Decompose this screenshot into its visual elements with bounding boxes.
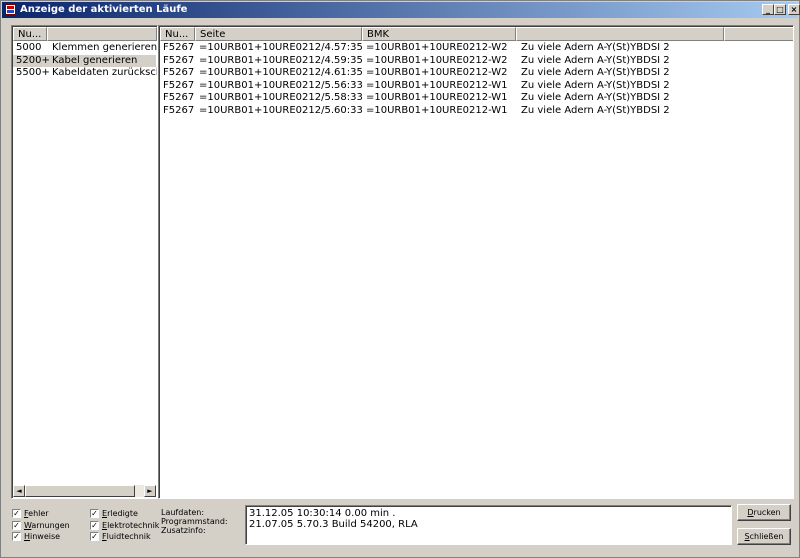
cell-number: F5267 — [163, 42, 195, 53]
maximize-button[interactable]: □ — [774, 4, 786, 15]
checkbox-box[interactable]: ✓ — [12, 521, 21, 530]
horizontal-scrollbar[interactable]: ◄ ► — [13, 485, 156, 497]
laufdaten-value: 31.12.05 10:30:14 0.00 min . — [249, 508, 396, 519]
column-header-filler — [724, 27, 793, 41]
cell-bmk: =10URB01+10URE0212-W2 — [366, 42, 508, 53]
cell-number: F5267 — [163, 79, 195, 91]
minimize-button[interactable]: _ — [762, 4, 774, 15]
close-dialog-button[interactable]: Schließen — [737, 528, 791, 545]
run-label: Kabeldaten zurückschreiben — [52, 67, 157, 78]
cell-seite: =10URB01+10URE0212/5.56:33 — [199, 79, 363, 91]
run-number: 5200+ — [16, 54, 50, 66]
checkbox-box[interactable]: ✓ — [90, 509, 99, 518]
cell-bmk: =10URB01+10URE0212-W2 — [366, 67, 508, 78]
column-header-text[interactable] — [516, 27, 724, 41]
cell-seite: =10URB01+10URE0212/5.58:33 — [199, 92, 363, 103]
table-row[interactable]: F5267 =10URB01+10URE0212/4.61:35 =10URB01+… — [160, 67, 792, 80]
cell-seite: =10URB01+10URE0212/4.61:35 — [199, 67, 363, 78]
cell-bmk: =10URB01+10URE0212-W2 — [366, 54, 508, 66]
checkbox-label: Fehler — [24, 509, 49, 518]
laufdaten-label: Laufdaten: — [161, 508, 205, 517]
column-header-number[interactable]: Nu... — [160, 27, 195, 41]
cell-bmk: =10URB01+10URE0212-W1 — [366, 92, 508, 103]
list-item[interactable]: 5200+ Kabel generieren — [13, 54, 156, 67]
cell-message: Zu viele Adern A-Y(St)YBDSI 2 — [521, 42, 670, 53]
column-header-bmk[interactable]: BMK — [362, 27, 516, 41]
checkbox-box[interactable]: ✓ — [12, 532, 21, 541]
cell-number: F5267 — [163, 54, 195, 66]
cell-message: Zu viele Adern A-Y(St)YBDSI 2 — [521, 67, 670, 78]
table-row[interactable]: F5267 =10URB01+10URE0212/4.57:35 =10URB01+… — [160, 42, 792, 55]
app-window: Anzeige der aktivierten Läufe _ □ × Nu..… — [0, 0, 800, 558]
window-title: Anzeige der aktivierten Läufe — [20, 4, 188, 15]
run-number: 5000 — [16, 42, 42, 53]
runs-list[interactable]: Nu... 5000 Klemmen generieren 5200+ Kabel g… — [11, 25, 158, 499]
cell-message: Zu viele Adern A-Y(St)YBDSI 2 — [521, 104, 670, 116]
cell-message: Zu viele Adern A-Y(St)YBDSI 2 — [521, 54, 670, 66]
messages-table-rows: F5267 =10URB01+10URE0212/4.57:35 =10URB01+… — [160, 42, 792, 117]
table-row[interactable]: F5267 =10URB01+10URE0212/4.59:35 =10URB01+… — [160, 55, 792, 68]
cell-number: F5267 — [163, 92, 195, 103]
cell-number: F5267 — [163, 67, 195, 78]
scrollbar-thumb[interactable] — [25, 485, 135, 497]
checkbox-label: Fluidtechnik — [102, 532, 151, 541]
list-item[interactable]: 5500+Kabeldaten zurückschreiben — [13, 67, 157, 80]
column-header-label[interactable] — [47, 27, 157, 41]
messages-table[interactable]: Nu... Seite BMK F5267 =10URB01+10URE0212/… — [158, 25, 794, 499]
run-label: Klemmen generieren — [52, 42, 158, 53]
programmstand-label: Programmstand: — [161, 517, 228, 526]
close-button[interactable]: × — [788, 4, 800, 15]
checkbox-box[interactable]: ✓ — [12, 509, 21, 518]
table-row[interactable]: F5267 =10URB01+10URE0212/5.60:33 =10URB01+… — [160, 105, 792, 118]
cell-seite: =10URB01+10URE0212/4.59:35 — [199, 54, 363, 66]
checkbox-label: Hinweise — [24, 532, 61, 541]
checkbox-label: Erledigte — [102, 509, 138, 518]
title-bar[interactable]: Anzeige der aktivierten Läufe _ □ × — [2, 2, 800, 18]
cell-bmk: =10URB01+10URE0212-W1 — [366, 104, 508, 116]
runs-list-rows: 5000 Klemmen generieren 5200+ Kabel generie… — [13, 42, 158, 80]
checkbox-box[interactable]: ✓ — [90, 521, 99, 530]
list-item[interactable]: 5000 Klemmen generieren — [13, 42, 158, 55]
cell-seite: =10URB01+10URE0212/5.60:33 — [199, 104, 363, 116]
print-button[interactable]: Drucken — [737, 504, 791, 521]
cell-seite: =10URB01+10URE0212/4.57:35 — [199, 42, 363, 53]
cell-bmk: =10URB01+10URE0212-W1 — [366, 79, 508, 91]
column-header-seite[interactable]: Seite — [195, 27, 362, 41]
table-row[interactable]: F5267 =10URB01+10URE0212/5.58:33 =10URB01+… — [160, 92, 792, 105]
checkbox-box[interactable]: ✓ — [90, 532, 99, 541]
messages-table-header: Nu... Seite BMK — [160, 27, 793, 41]
run-label: Kabel generieren — [52, 54, 138, 66]
programmstand-value: 21.07.05 5.70.3 Build 54200, RLA — [249, 519, 418, 530]
scroll-right-arrow-icon[interactable]: ► — [144, 485, 156, 497]
app-icon — [5, 4, 16, 15]
cell-number: F5267 — [163, 104, 195, 116]
run-info-box: 31.12.05 10:30:14 0.00 min . 21.07.05 5.… — [245, 505, 732, 545]
runs-list-header: Nu... — [13, 27, 157, 41]
run-number: 5500+ — [16, 67, 50, 78]
scroll-left-arrow-icon[interactable]: ◄ — [13, 485, 25, 497]
cell-message: Zu viele Adern A-Y(St)YBDSI 2 — [521, 92, 670, 103]
table-row[interactable]: F5267 =10URB01+10URE0212/5.56:33 =10URB01+… — [160, 80, 792, 93]
column-header-number[interactable]: Nu... — [13, 27, 47, 41]
cell-message: Zu viele Adern A-Y(St)YBDSI 2 — [521, 79, 670, 91]
zusatzinfo-label: Zusatzinfo: — [161, 526, 206, 535]
